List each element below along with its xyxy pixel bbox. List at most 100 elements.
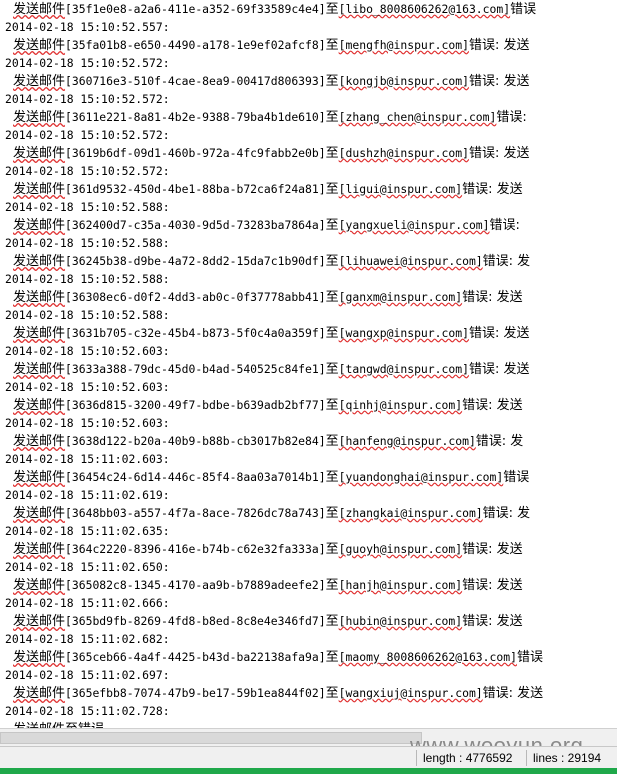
status-bar: length : 4776592 lines : 29194 xyxy=(0,746,617,769)
log-error-text: 错误 xyxy=(510,2,537,17)
log-error-text: 错误: 发送 xyxy=(468,38,530,53)
log-message-line: 发送邮件[361d9532-450d-4be1-88ba-b72ca6f24a8… xyxy=(0,180,617,198)
log-to: 至 xyxy=(325,614,339,629)
recipient-email: [ligui@inspur.com] xyxy=(338,182,463,196)
log-timestamp-line: 2014-02-18 15:10:52.557: xyxy=(5,20,170,34)
log-error-text: 错误: 发 xyxy=(482,506,531,521)
log-prefix: 发送邮件 xyxy=(13,218,66,233)
log-timestamp-line: 2014-02-18 15:11:02.697: xyxy=(5,668,170,682)
log-timestamp-line: 2014-02-18 15:11:02.682: xyxy=(5,632,170,646)
log-error-text: 错误: 发送 xyxy=(482,686,544,701)
recipient-email: [guoyh@inspur.com] xyxy=(338,542,463,556)
log-timestamp-line: 2014-02-18 15:10:52.588: xyxy=(5,272,170,286)
log-message-line: 发送邮件[3638d122-b20a-40b9-b88b-cb3017b82e8… xyxy=(0,432,617,450)
log-to: 至 xyxy=(325,686,339,701)
recipient-email: [wangxiuj@inspur.com] xyxy=(338,686,483,700)
log-error-text: 错误: 发送 xyxy=(468,326,530,341)
log-message-line: 发送邮件[365082c8-1345-4170-aa9b-b7889adeefe… xyxy=(0,576,617,594)
log-error-text: 错误: xyxy=(496,110,527,125)
message-id: [361d9532-450d-4be1-88ba-b72ca6f24a81] xyxy=(65,182,326,196)
log-error-text: 错误: 发 xyxy=(475,434,524,449)
message-id: [36454c24-6d14-446c-85f4-8aa03a7014b1] xyxy=(65,470,326,484)
log-prefix: 发送邮件 xyxy=(13,470,66,485)
recipient-email: [lihuawei@inspur.com] xyxy=(338,254,483,268)
message-id: [35f1e0e8-a2a6-411e-a352-69f33589c4e4] xyxy=(65,2,326,16)
message-id: [3631b705-c32e-45b4-b873-5f0c4a0a359f] xyxy=(65,326,326,340)
log-timestamp-line: 2014-02-18 15:10:52.572: xyxy=(5,164,170,178)
log-error-text: 错误: 发送 xyxy=(468,362,530,377)
log-prefix: 发送邮件 xyxy=(13,290,66,305)
log-prefix: 发送邮件 xyxy=(13,578,66,593)
log-to: 至 xyxy=(325,254,339,269)
log-prefix: 发送邮件 xyxy=(13,74,66,89)
message-id: [365ceb66-4a4f-4425-b43d-ba22138afa9a] xyxy=(65,650,326,664)
log-timestamp-line: 2014-02-18 15:10:52.572: xyxy=(5,92,170,106)
log-timestamp-line: 2014-02-18 15:10:52.603: xyxy=(5,416,170,430)
log-error-text: 错误 xyxy=(516,650,543,665)
recipient-email: [yuandonghai@inspur.com] xyxy=(338,470,504,484)
log-to: 至 xyxy=(325,290,339,305)
log-error-text: 错误: 发送 xyxy=(462,542,523,557)
log-timestamp-line: 2014-02-18 15:10:52.603: xyxy=(5,344,170,358)
log-prefix: 发送邮件 xyxy=(13,362,66,377)
log-to: 至 xyxy=(325,578,339,593)
log-message-line: 发送邮件[3631b705-c32e-45b4-b873-5f0c4a0a359… xyxy=(0,324,617,342)
log-to: 至 xyxy=(325,542,339,557)
recipient-email: [qinhj@inspur.com] xyxy=(338,398,463,412)
log-to: 至 xyxy=(325,218,339,233)
log-message-line: 发送邮件[36454c24-6d14-446c-85f4-8aa03a7014b… xyxy=(0,468,617,486)
message-id: [3648bb03-a557-4f7a-8ace-7826dc78a743] xyxy=(65,506,326,520)
recipient-email: [dushzh@inspur.com] xyxy=(338,146,469,160)
message-id: [365efbb8-7074-47b9-be17-59b1ea844f02] xyxy=(65,686,326,700)
status-separator xyxy=(526,750,527,766)
log-error-text: 错误: 发送 xyxy=(462,398,523,413)
log-prefix: 发送邮件 xyxy=(13,146,66,161)
log-message-line: 发送邮件[365ceb66-4a4f-4425-b43d-ba22138afa9… xyxy=(0,648,617,666)
log-error-text: 错误: 发送 xyxy=(462,290,523,305)
log-prefix: 发送邮件 xyxy=(13,2,66,17)
log-to: 至 xyxy=(325,506,339,521)
message-id: [3619b6df-09d1-460b-972a-4fc9fabb2e0b] xyxy=(65,146,326,160)
status-lines: lines : 29194 xyxy=(533,751,602,765)
scrollbar-thumb[interactable] xyxy=(0,732,422,744)
log-prefix: 发送邮件 xyxy=(13,434,66,449)
log-to: 至 xyxy=(325,74,339,89)
log-prefix: 发送邮件 xyxy=(13,326,66,341)
log-prefix: 发送邮件 xyxy=(13,686,66,701)
log-to: 至 xyxy=(325,2,339,17)
recipient-email: [hubin@inspur.com] xyxy=(338,614,463,628)
log-timestamp-line: 2014-02-18 15:11:02.728: xyxy=(5,704,170,718)
recipient-email: [hanfeng@inspur.com] xyxy=(338,434,476,448)
log-to: 至 xyxy=(325,38,339,53)
message-id: [362400d7-c35a-4030-9d5d-73283ba7864a] xyxy=(65,218,326,232)
log-message-line: 发送邮件[3648bb03-a557-4f7a-8ace-7826dc78a74… xyxy=(0,504,617,522)
log-timestamp-line: 2014-02-18 15:10:52.603: xyxy=(5,380,170,394)
message-id: [3636d815-3200-49f7-bdbe-b639adb2bf77] xyxy=(65,398,326,412)
recipient-email: [ganxm@inspur.com] xyxy=(338,290,463,304)
message-id: [365082c8-1345-4170-aa9b-b7889adeefe2] xyxy=(65,578,326,592)
log-message-line: 发送邮件[3611e221-8a81-4b2e-9388-79ba4b1de61… xyxy=(0,108,617,126)
log-message-line: 发送邮件[3619b6df-09d1-460b-972a-4fc9fabb2e0… xyxy=(0,144,617,162)
recipient-email: [zhangkai@inspur.com] xyxy=(338,506,483,520)
status-separator xyxy=(416,750,417,766)
log-message-line: 发送邮件[3633a388-79dc-45d0-b4ad-540525c84fe… xyxy=(0,360,617,378)
log-timestamp-line: 2014-02-18 15:11:02.603: xyxy=(5,452,170,466)
message-id: [3633a388-79dc-45d0-b4ad-540525c84fe1] xyxy=(65,362,326,376)
message-id: [36245b38-d9be-4a72-8dd2-15da7c1b90df] xyxy=(65,254,326,268)
log-prefix: 发送邮件 xyxy=(13,38,66,53)
message-id: [36308ec6-d0f2-4dd3-ab0c-0f37778abb41] xyxy=(65,290,326,304)
log-to: 至 xyxy=(325,110,339,125)
log-prefix: 发送邮件 xyxy=(13,542,66,557)
log-prefix: 发送邮件 xyxy=(13,650,66,665)
log-error-text: 错误: 发送 xyxy=(468,74,530,89)
log-message-line: 发送邮件至错误 xyxy=(0,720,617,728)
log-message-line: 发送邮件[36245b38-d9be-4a72-8dd2-15da7c1b90d… xyxy=(0,252,617,270)
log-message-line: 发送邮件[365efbb8-7074-47b9-be17-59b1ea844f0… xyxy=(0,684,617,702)
recipient-email: [hanjh@inspur.com] xyxy=(338,578,463,592)
log-text-area[interactable]: 发送邮件[35f1e0e8-a2a6-411e-a352-69f33589c4e… xyxy=(0,0,617,728)
message-id: [365bd9fb-8269-4fd8-b8ed-8c8e4e346fd7] xyxy=(65,614,326,628)
log-timestamp-line: 2014-02-18 15:10:52.588: xyxy=(5,200,170,214)
log-to: 至 xyxy=(325,326,339,341)
log-to: 至 xyxy=(325,470,339,485)
taskbar-strip xyxy=(0,768,617,774)
